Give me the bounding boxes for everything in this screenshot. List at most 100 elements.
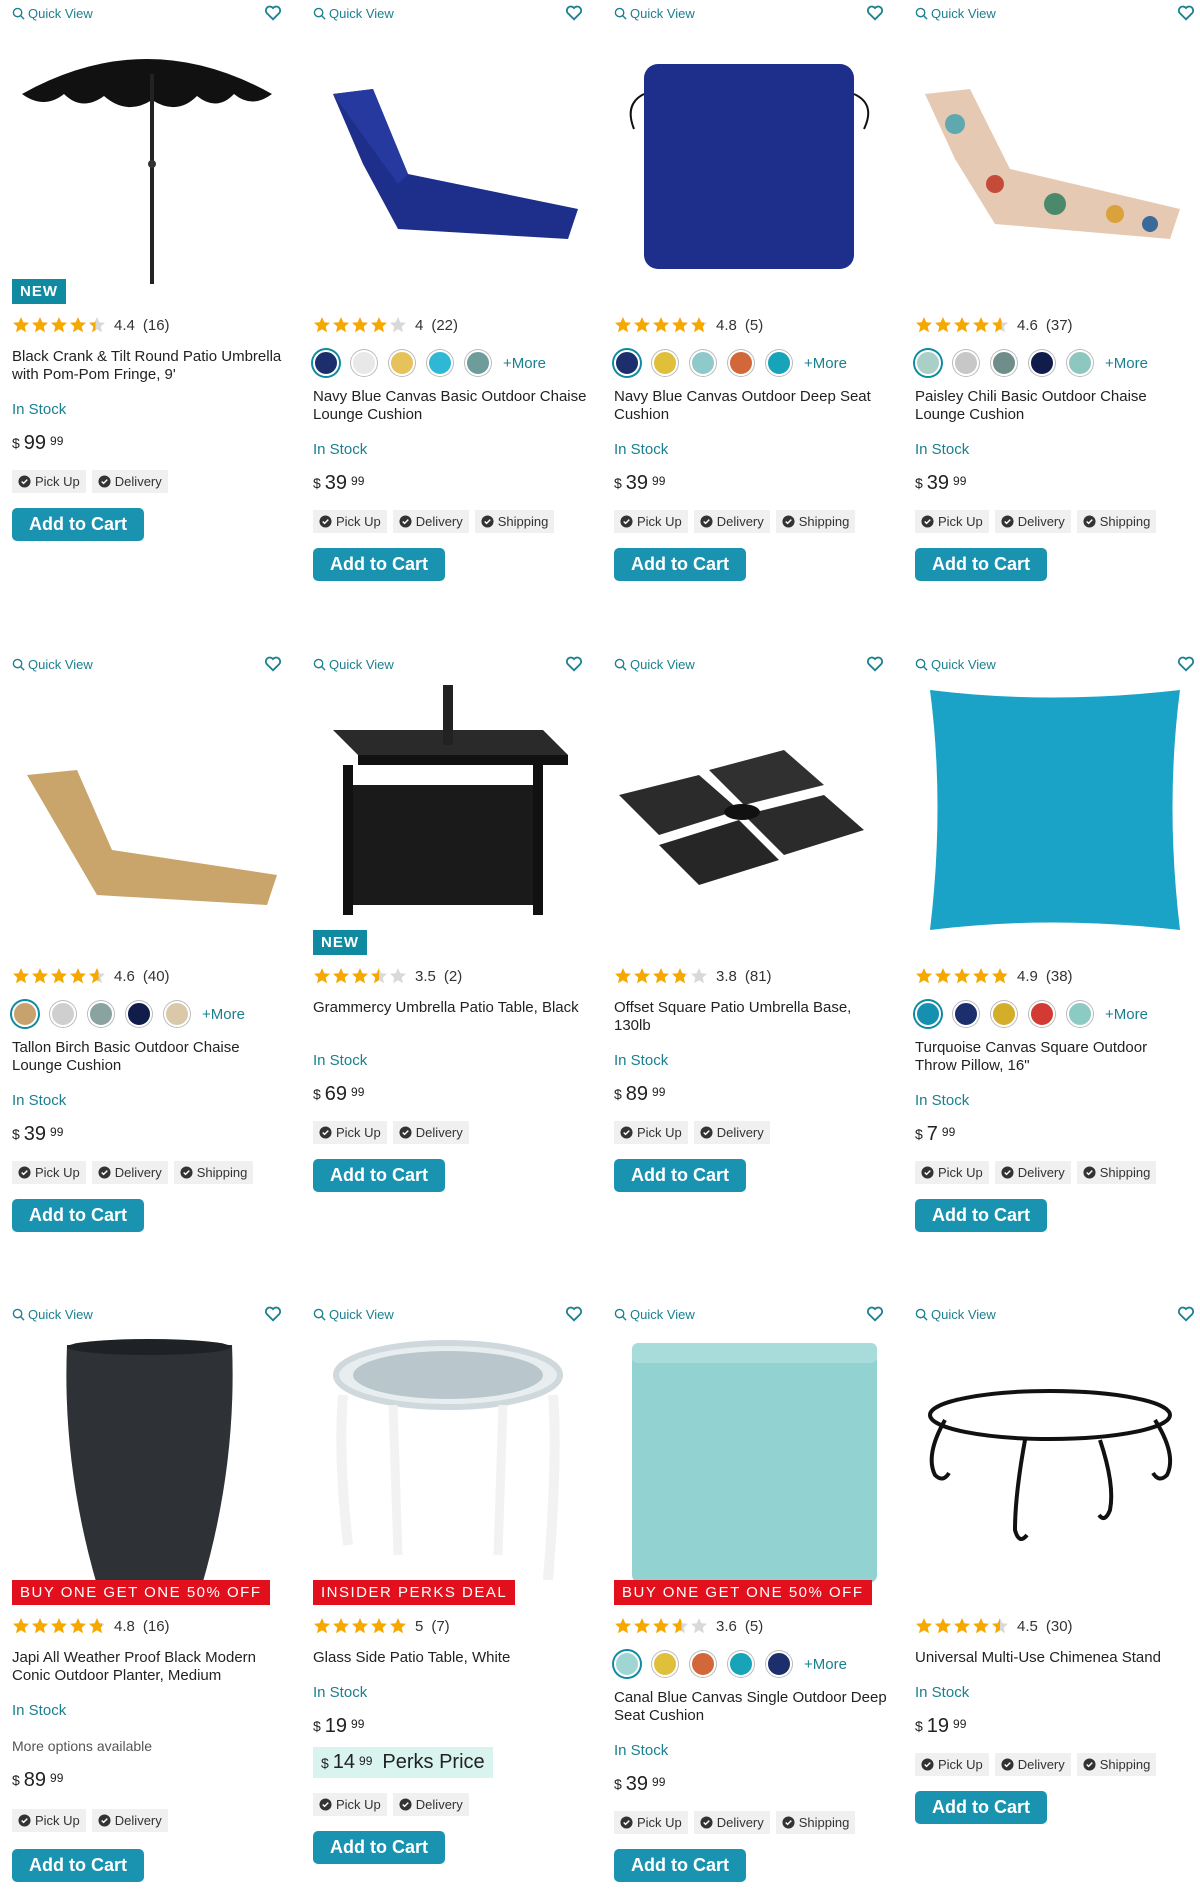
heart-icon[interactable] bbox=[264, 4, 282, 22]
color-swatch[interactable] bbox=[614, 350, 640, 376]
product-title[interactable]: Paisley Chili Basic Outdoor Chaise Loung… bbox=[915, 388, 1190, 424]
review-count[interactable]: (38) bbox=[1046, 968, 1073, 985]
quick-view-link[interactable]: Quick View bbox=[12, 1307, 93, 1322]
product-image[interactable] bbox=[12, 685, 282, 935]
add-to-cart-button[interactable]: Add to Cart bbox=[614, 548, 746, 581]
product-title[interactable]: Universal Multi-Use Chimenea Stand bbox=[915, 1649, 1190, 1667]
color-swatch[interactable] bbox=[766, 1651, 792, 1677]
add-to-cart-button[interactable]: Add to Cart bbox=[915, 1791, 1047, 1824]
heart-icon[interactable] bbox=[565, 4, 583, 22]
quick-view-link[interactable]: Quick View bbox=[915, 657, 996, 672]
heart-icon[interactable] bbox=[264, 655, 282, 673]
color-swatch[interactable] bbox=[1029, 1001, 1055, 1027]
more-colors-link[interactable]: +More bbox=[1105, 1006, 1148, 1023]
quick-view-link[interactable]: Quick View bbox=[915, 1307, 996, 1322]
product-title[interactable]: Black Crank & Tilt Round Patio Umbrella … bbox=[12, 348, 287, 384]
quick-view-link[interactable]: Quick View bbox=[12, 657, 93, 672]
more-colors-link[interactable]: +More bbox=[503, 355, 546, 372]
quick-view-link[interactable]: Quick View bbox=[313, 1307, 394, 1322]
more-colors-link[interactable]: +More bbox=[804, 355, 847, 372]
product-image[interactable] bbox=[915, 685, 1185, 935]
color-swatch[interactable] bbox=[313, 350, 339, 376]
product-title[interactable]: Navy Blue Canvas Basic Outdoor Chaise Lo… bbox=[313, 388, 588, 424]
product-title[interactable]: Offset Square Patio Umbrella Base, 130lb bbox=[614, 999, 889, 1035]
product-title[interactable]: Turquoise Canvas Square Outdoor Throw Pi… bbox=[915, 1039, 1190, 1075]
product-image[interactable] bbox=[915, 34, 1185, 284]
product-image[interactable] bbox=[12, 34, 282, 284]
color-swatch[interactable] bbox=[88, 1001, 114, 1027]
color-swatch[interactable] bbox=[126, 1001, 152, 1027]
color-swatch[interactable] bbox=[1029, 350, 1055, 376]
color-swatch[interactable] bbox=[652, 350, 678, 376]
heart-icon[interactable] bbox=[866, 1305, 884, 1323]
review-count[interactable]: (5) bbox=[745, 1618, 763, 1635]
add-to-cart-button[interactable]: Add to Cart bbox=[915, 548, 1047, 581]
color-swatch[interactable] bbox=[427, 350, 453, 376]
color-swatch[interactable] bbox=[1067, 1001, 1093, 1027]
add-to-cart-button[interactable]: Add to Cart bbox=[614, 1849, 746, 1882]
quick-view-link[interactable]: Quick View bbox=[915, 6, 996, 21]
product-image[interactable] bbox=[12, 1335, 282, 1585]
product-title[interactable]: Grammercy Umbrella Patio Table, Black bbox=[313, 999, 588, 1017]
heart-icon[interactable] bbox=[264, 1305, 282, 1323]
product-title[interactable]: Navy Blue Canvas Outdoor Deep Seat Cushi… bbox=[614, 388, 889, 424]
color-swatch[interactable] bbox=[991, 350, 1017, 376]
heart-icon[interactable] bbox=[1177, 655, 1195, 673]
quick-view-link[interactable]: Quick View bbox=[313, 6, 394, 21]
review-count[interactable]: (30) bbox=[1046, 1618, 1073, 1635]
more-colors-link[interactable]: +More bbox=[202, 1006, 245, 1023]
heart-icon[interactable] bbox=[565, 655, 583, 673]
color-swatch[interactable] bbox=[953, 350, 979, 376]
product-image[interactable] bbox=[614, 34, 884, 284]
add-to-cart-button[interactable]: Add to Cart bbox=[12, 1199, 144, 1232]
color-swatch[interactable] bbox=[915, 1001, 941, 1027]
review-count[interactable]: (37) bbox=[1046, 317, 1073, 334]
color-swatch[interactable] bbox=[351, 350, 377, 376]
quick-view-link[interactable]: Quick View bbox=[614, 657, 695, 672]
color-swatch[interactable] bbox=[50, 1001, 76, 1027]
add-to-cart-button[interactable]: Add to Cart bbox=[614, 1159, 746, 1192]
heart-icon[interactable] bbox=[565, 1305, 583, 1323]
color-swatch[interactable] bbox=[953, 1001, 979, 1027]
color-swatch[interactable] bbox=[12, 1001, 38, 1027]
product-title[interactable]: Canal Blue Canvas Single Outdoor Deep Se… bbox=[614, 1689, 889, 1725]
product-image[interactable] bbox=[313, 34, 583, 284]
product-title[interactable]: Glass Side Patio Table, White bbox=[313, 1649, 588, 1667]
product-title[interactable]: Japi All Weather Proof Black Modern Coni… bbox=[12, 1649, 287, 1685]
heart-icon[interactable] bbox=[866, 655, 884, 673]
review-count[interactable]: (7) bbox=[431, 1618, 449, 1635]
add-to-cart-button[interactable]: Add to Cart bbox=[12, 1849, 144, 1882]
color-swatch[interactable] bbox=[164, 1001, 190, 1027]
more-colors-link[interactable]: +More bbox=[1105, 355, 1148, 372]
more-colors-link[interactable]: +More bbox=[804, 1656, 847, 1673]
review-count[interactable]: (2) bbox=[444, 968, 462, 985]
product-title[interactable]: Tallon Birch Basic Outdoor Chaise Lounge… bbox=[12, 1039, 287, 1075]
heart-icon[interactable] bbox=[1177, 1305, 1195, 1323]
review-count[interactable]: (40) bbox=[143, 968, 170, 985]
add-to-cart-button[interactable]: Add to Cart bbox=[12, 508, 144, 541]
review-count[interactable]: (16) bbox=[143, 317, 170, 334]
review-count[interactable]: (16) bbox=[143, 1618, 170, 1635]
color-swatch[interactable] bbox=[389, 350, 415, 376]
quick-view-link[interactable]: Quick View bbox=[313, 657, 394, 672]
product-image[interactable] bbox=[915, 1335, 1185, 1585]
add-to-cart-button[interactable]: Add to Cart bbox=[313, 1831, 445, 1864]
product-image[interactable] bbox=[313, 1335, 583, 1585]
color-swatch[interactable] bbox=[728, 1651, 754, 1677]
color-swatch[interactable] bbox=[1067, 350, 1093, 376]
add-to-cart-button[interactable]: Add to Cart bbox=[915, 1199, 1047, 1232]
color-swatch[interactable] bbox=[991, 1001, 1017, 1027]
color-swatch[interactable] bbox=[652, 1651, 678, 1677]
product-image[interactable] bbox=[313, 685, 583, 935]
product-image[interactable] bbox=[614, 1335, 884, 1585]
review-count[interactable]: (5) bbox=[745, 317, 763, 334]
color-swatch[interactable] bbox=[465, 350, 491, 376]
heart-icon[interactable] bbox=[866, 4, 884, 22]
quick-view-link[interactable]: Quick View bbox=[614, 1307, 695, 1322]
review-count[interactable]: (81) bbox=[745, 968, 772, 985]
heart-icon[interactable] bbox=[1177, 4, 1195, 22]
color-swatch[interactable] bbox=[728, 350, 754, 376]
product-image[interactable] bbox=[614, 685, 884, 935]
color-swatch[interactable] bbox=[690, 350, 716, 376]
review-count[interactable]: (22) bbox=[431, 317, 458, 334]
